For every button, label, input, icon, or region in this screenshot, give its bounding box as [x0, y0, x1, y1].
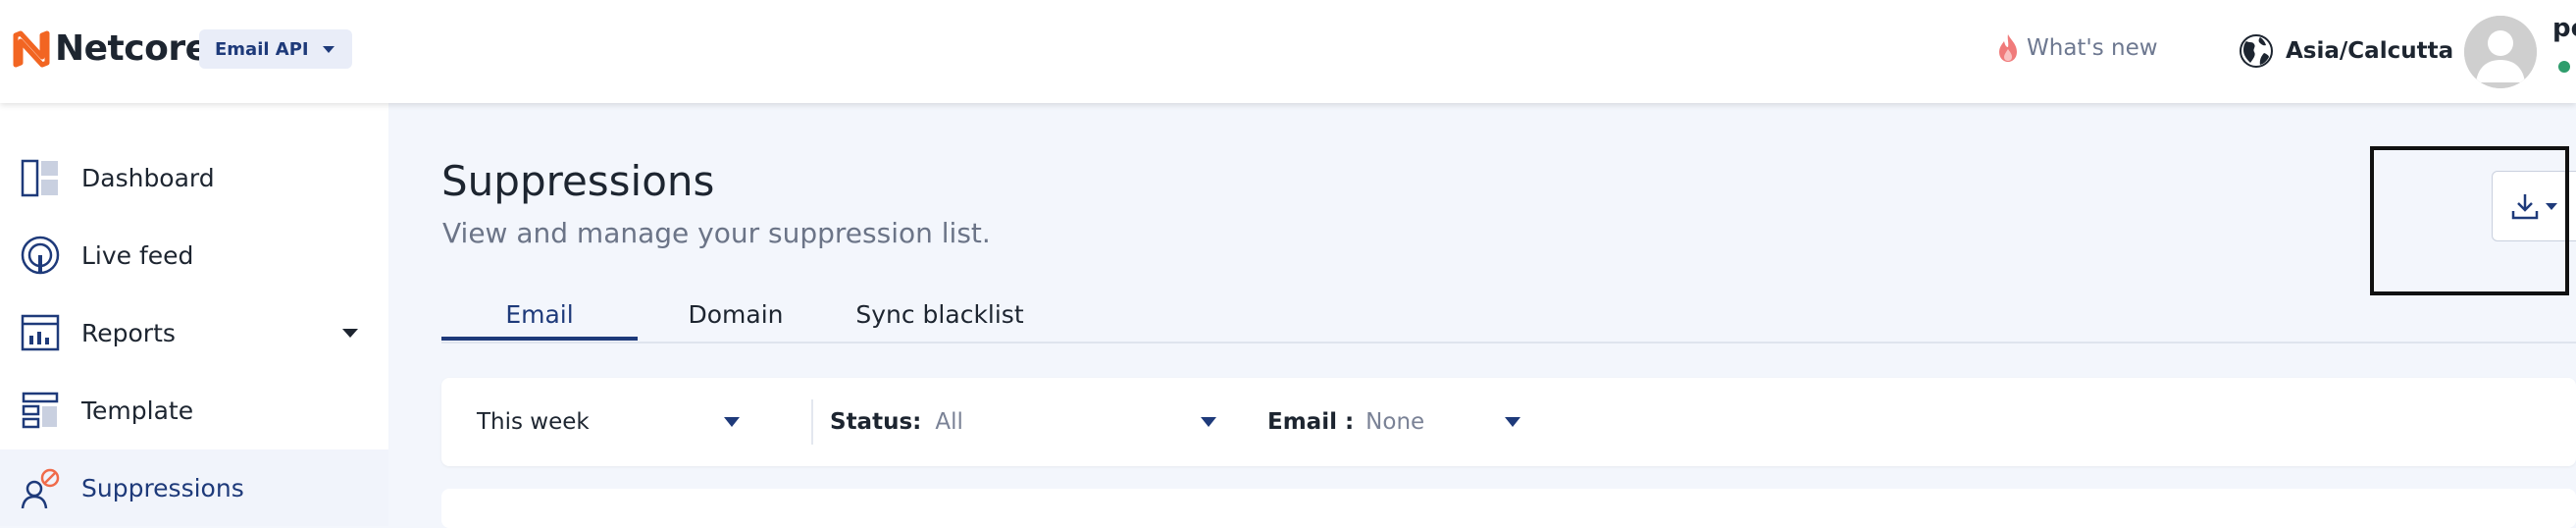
sidebar: Dashboard Live feed Reports Template Sup…	[0, 103, 388, 526]
user-avatar[interactable]	[2464, 16, 2537, 88]
sidebar-item-label: Dashboard	[81, 163, 215, 192]
sidebar-item-live-feed[interactable]: Live feed	[0, 217, 388, 293]
user-avatar-icon	[2464, 16, 2537, 88]
date-range-value: This week	[477, 409, 590, 435]
status-label: Status:	[830, 409, 922, 435]
tab-sync-blacklist[interactable]: Sync blacklist	[851, 300, 1028, 329]
brand-name: Netcore	[55, 28, 209, 69]
sidebar-item-label: Suppressions	[81, 473, 244, 502]
results-card	[441, 489, 2576, 528]
product-selector-label: Email API	[215, 38, 309, 60]
status-dropdown[interactable]: Status: All	[830, 378, 1216, 466]
template-icon	[20, 390, 61, 431]
live-feed-icon	[20, 235, 61, 276]
page-subtitle: View and manage your suppression list.	[442, 217, 991, 249]
chevron-down-icon	[1201, 417, 1216, 427]
netcore-logo[interactable]: Netcore	[12, 28, 209, 69]
user-name[interactable]: pe	[2552, 14, 2576, 43]
timezone-selector[interactable]: Asia/Calcutta	[2239, 33, 2453, 69]
reports-icon	[20, 312, 61, 353]
tab-email[interactable]: Email	[441, 300, 638, 329]
sidebar-item-suppressions[interactable]: Suppressions	[0, 449, 388, 526]
tabs-divider	[441, 342, 2576, 343]
sidebar-item-template[interactable]: Template	[0, 372, 388, 449]
chevron-down-icon[interactable]	[342, 328, 358, 338]
page-title: Suppressions	[441, 157, 715, 205]
globe-icon	[2240, 34, 2273, 68]
active-tab-indicator	[441, 337, 638, 341]
chevron-down-icon	[724, 417, 740, 427]
netcore-logo-icon	[13, 30, 50, 67]
flame-icon	[1999, 34, 2017, 62]
sidebar-item-label: Template	[81, 396, 194, 425]
status-value: All	[935, 409, 963, 435]
tab-domain[interactable]: Domain	[677, 300, 795, 329]
timezone-label: Asia/Calcutta	[2286, 38, 2454, 64]
chevron-down-icon	[1505, 417, 1520, 427]
date-range-dropdown[interactable]: This week	[477, 378, 791, 466]
email-value: None	[1365, 409, 1425, 435]
dashboard-icon	[20, 157, 61, 198]
chevron-down-icon	[322, 45, 335, 53]
sidebar-item-label: Reports	[81, 318, 176, 347]
email-dropdown[interactable]: Email : None	[1267, 378, 1542, 466]
whats-new-link[interactable]: What's new	[1997, 33, 2158, 63]
sidebar-item-label: Live feed	[81, 240, 194, 270]
suppressions-icon	[20, 467, 61, 508]
top-header: Netcore Email API What's new Asia/Calcut…	[0, 0, 2576, 103]
sidebar-item-reports[interactable]: Reports	[0, 294, 388, 371]
highlight-box	[2370, 146, 2569, 295]
whats-new-label: What's new	[2027, 35, 2158, 61]
product-selector[interactable]: Email API	[199, 29, 352, 69]
filter-bar: This week Status: All Email : None	[441, 378, 2576, 466]
email-label: Email :	[1267, 409, 1355, 435]
sidebar-item-dashboard[interactable]: Dashboard	[0, 139, 388, 216]
filter-divider	[811, 399, 813, 445]
online-status-dot	[2558, 61, 2570, 73]
